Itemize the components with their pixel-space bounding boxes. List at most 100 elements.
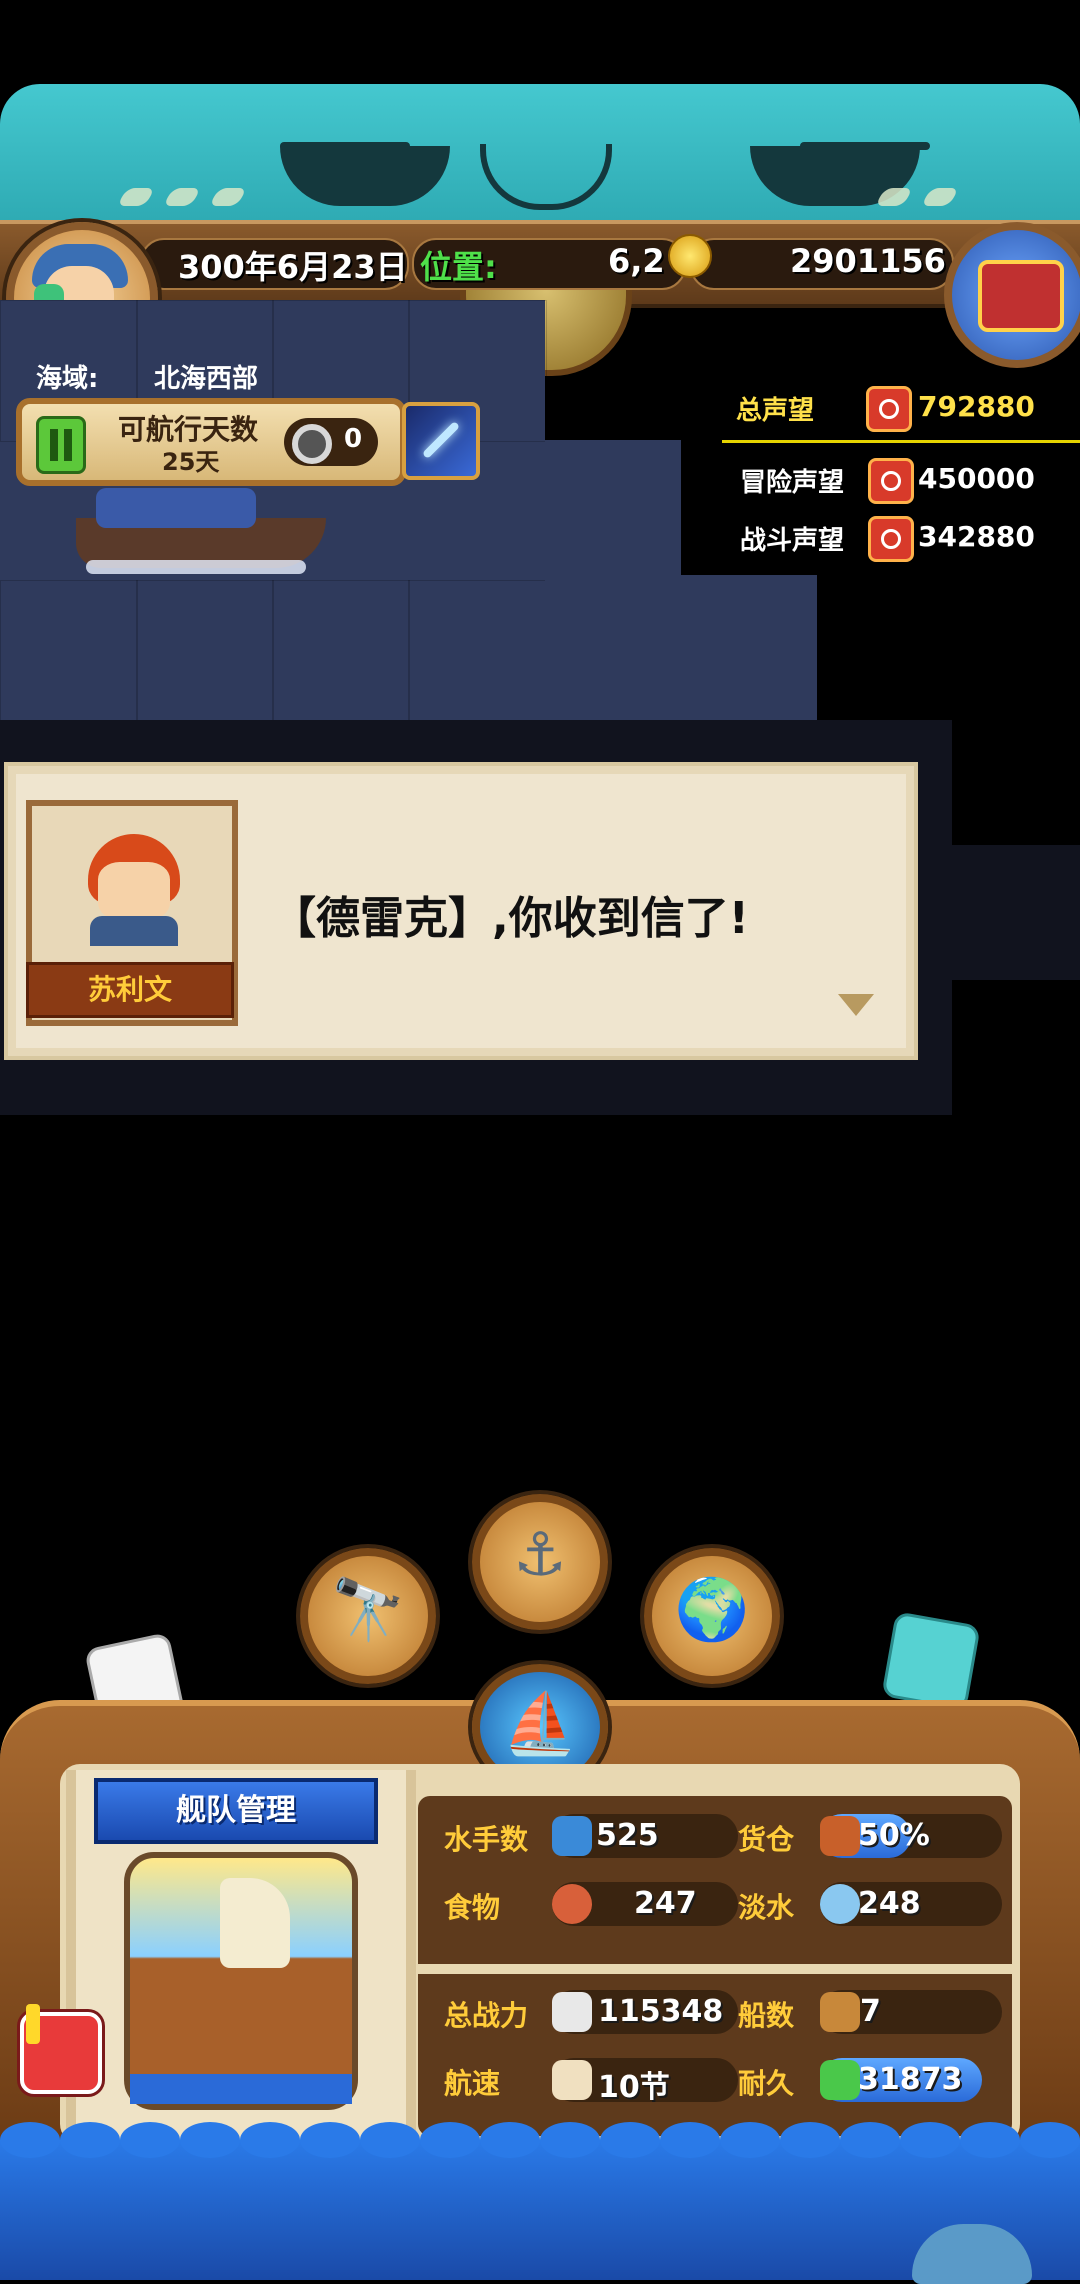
wave bbox=[240, 2122, 300, 2158]
total-reputation-label: 总声望 bbox=[736, 396, 815, 426]
ring-count: 0 bbox=[344, 424, 363, 454]
sailboat-icon: ⛵ bbox=[502, 1689, 578, 1759]
spyglass-button[interactable]: 🔭 bbox=[300, 1548, 436, 1684]
world-map-button[interactable]: 🌍 bbox=[644, 1548, 780, 1684]
speed-value: 10节 bbox=[598, 2070, 670, 2105]
mascot-mouth bbox=[480, 144, 612, 210]
position-value: 6,2 bbox=[608, 242, 665, 280]
food-label: 食物 bbox=[444, 1891, 501, 1924]
sea-region-value: 北海西部 bbox=[154, 364, 259, 394]
wave bbox=[180, 2122, 240, 2158]
wave bbox=[900, 2122, 960, 2158]
mascot-left-eye bbox=[280, 146, 450, 206]
anchor-icon: ⚓ bbox=[513, 1520, 567, 1590]
ship-count-label: 船数 bbox=[738, 1999, 795, 2032]
combat-power-value: 115348 bbox=[598, 1994, 724, 2029]
wave bbox=[960, 2122, 1020, 2158]
skull-swords-icon bbox=[552, 1992, 592, 2032]
blush-mark bbox=[116, 188, 156, 206]
water-value: 248 bbox=[858, 1886, 921, 1921]
wave bbox=[540, 2122, 600, 2158]
position-label: 位置: bbox=[420, 248, 497, 286]
ship-icon bbox=[820, 1992, 860, 2032]
crossed-swords-icon bbox=[868, 516, 914, 562]
reputation-divider bbox=[722, 440, 1080, 443]
ship-water bbox=[130, 2074, 352, 2104]
ship-sail bbox=[220, 1878, 290, 1968]
mascot-banner bbox=[0, 84, 1080, 224]
pause-button[interactable] bbox=[36, 416, 86, 474]
water-label: 淡水 bbox=[738, 1891, 795, 1924]
battle-reputation-value: 342880 bbox=[918, 520, 1035, 553]
spyglass-icon: 🔭 bbox=[330, 1575, 406, 1645]
durability-label: 耐久 bbox=[738, 2067, 795, 2100]
fleet-management-title[interactable]: 舰队管理 bbox=[94, 1778, 378, 1844]
wave bbox=[780, 2122, 840, 2158]
portrait-face bbox=[98, 862, 170, 920]
crest-icon bbox=[866, 386, 912, 432]
dialog-backdrop bbox=[952, 845, 1080, 980]
flagship-cutaway-image[interactable] bbox=[124, 1852, 358, 2110]
blush-mark bbox=[920, 188, 960, 206]
crate-icon bbox=[820, 1816, 860, 1856]
wave bbox=[600, 2122, 660, 2158]
sea-region-label: 海域: bbox=[36, 364, 99, 394]
water-jug-icon bbox=[820, 1884, 860, 1924]
ship-deck bbox=[96, 488, 256, 528]
sailors-value: 525 bbox=[596, 1818, 659, 1853]
sailing-days-value: 25天 bbox=[162, 448, 220, 476]
blush-mark bbox=[208, 188, 248, 206]
wave bbox=[1020, 2122, 1080, 2158]
dialog-text: 【德雷克】,你收到信了! bbox=[272, 893, 749, 944]
dialog-next-arrow-icon[interactable] bbox=[838, 994, 874, 1016]
map-tile bbox=[136, 580, 274, 722]
gold-coin-icon bbox=[668, 234, 712, 278]
meat-icon bbox=[552, 1884, 592, 1924]
treasure-chest-icon bbox=[978, 260, 1064, 332]
adventure-reputation-value: 450000 bbox=[918, 462, 1035, 495]
sailors-label: 水手数 bbox=[444, 1823, 529, 1856]
wrench-icon bbox=[820, 2060, 860, 2100]
wave bbox=[120, 2122, 180, 2158]
globe-icon: 🌍 bbox=[674, 1575, 750, 1645]
sea-map-extension[interactable] bbox=[545, 440, 681, 720]
wave bbox=[480, 2122, 540, 2158]
wave bbox=[660, 2122, 720, 2158]
stats-divider bbox=[418, 1964, 1012, 1974]
compass-badge-icon bbox=[868, 458, 914, 504]
mascot-left-brow bbox=[280, 142, 410, 150]
anchor-button[interactable]: ⚓ bbox=[472, 1494, 608, 1630]
gold-amount: 2901156 bbox=[790, 242, 946, 280]
wave bbox=[720, 2122, 780, 2158]
cargo-label: 货仓 bbox=[738, 1823, 795, 1856]
portrait-body bbox=[90, 916, 178, 946]
map-tile bbox=[272, 580, 410, 722]
battle-reputation-label: 战斗声望 bbox=[740, 526, 845, 556]
durability-value: 31873 bbox=[858, 2062, 963, 2097]
wave bbox=[300, 2122, 360, 2158]
mascot-right-brow bbox=[800, 142, 930, 150]
food-value: 247 bbox=[634, 1886, 697, 1921]
wave bbox=[60, 2122, 120, 2158]
sailor-icon bbox=[552, 1816, 592, 1856]
sail-speed-icon bbox=[552, 2060, 592, 2100]
treasure-chest-button[interactable] bbox=[944, 222, 1080, 368]
game-date: 300年6月23日 bbox=[178, 248, 408, 286]
wave bbox=[360, 2122, 420, 2158]
speaker-name: 苏利文 bbox=[26, 962, 234, 1018]
map-tile bbox=[408, 580, 547, 722]
comet-skill-button[interactable] bbox=[402, 402, 480, 480]
player-ship[interactable] bbox=[76, 478, 326, 578]
map-tile bbox=[0, 580, 138, 722]
wave bbox=[420, 2122, 480, 2158]
ship-wake bbox=[86, 560, 306, 574]
blush-mark bbox=[162, 188, 202, 206]
comet-icon bbox=[421, 420, 461, 460]
sea-map-extension[interactable] bbox=[681, 575, 817, 720]
ring-counter: 0 bbox=[284, 418, 378, 466]
ship-count-value: 7 bbox=[860, 1994, 881, 2029]
exclamation-icon bbox=[26, 2004, 40, 2044]
wave bbox=[0, 2122, 60, 2158]
cyan-cat-mascot bbox=[881, 1611, 981, 1711]
speed-label: 航速 bbox=[444, 2067, 501, 2100]
